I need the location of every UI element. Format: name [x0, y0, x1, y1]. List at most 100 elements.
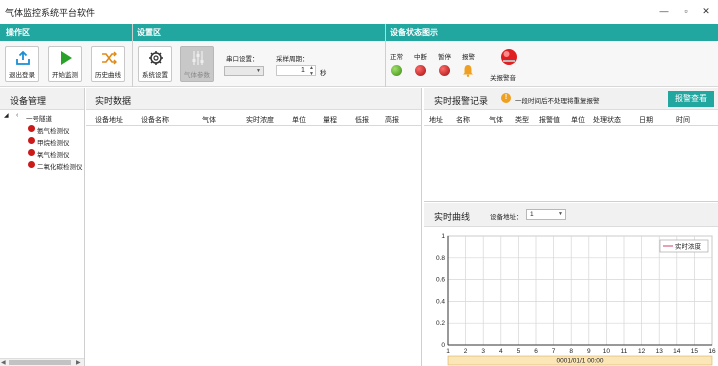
device-status-dot [28, 125, 35, 132]
device-status-dot [28, 161, 35, 168]
realtime-table-header: 设备地址 设备名称 气体 实时浓度 单位 量程 低报 高报 [86, 111, 421, 126]
column-header[interactable]: 实时浓度 [246, 115, 274, 125]
minimize-button[interactable]: — [656, 4, 672, 18]
gear-icon [149, 51, 163, 65]
tree-root-tunnel[interactable]: 一号隧道 [26, 113, 52, 123]
column-header[interactable]: 地址 [429, 115, 443, 125]
x-tick-label: 10 [603, 348, 611, 355]
x-tick-label: 2 [464, 348, 468, 355]
history-curve-button[interactable]: 历史曲线 [91, 46, 125, 82]
device-panel-header: 设备管理 [0, 88, 84, 110]
scroll-right-icon[interactable]: ▶ [76, 359, 81, 366]
status-normal-label: 正常 [390, 54, 403, 61]
column-header[interactable]: 时间 [676, 115, 690, 125]
status-interrupt-label: 中断 [414, 54, 427, 61]
curve-panel-title: 实时曲线 [434, 212, 471, 222]
sliders-icon [192, 51, 204, 65]
curve-addr-select[interactable]: 1 ▼ [526, 209, 566, 220]
stepper-down-icon[interactable]: ▼ [309, 71, 314, 77]
chevron-left-icon: ‹ [16, 112, 19, 119]
start-monitor-label: 开始监测 [52, 72, 78, 79]
chevron-down-icon: ▼ [558, 211, 563, 217]
column-header[interactable]: 设备地址 [95, 115, 123, 125]
column-header[interactable]: 设备名称 [141, 115, 169, 125]
alarm-note: 一段时间后不处理将重复报警 [515, 98, 600, 105]
gas-params-button[interactable]: 气体参数 [180, 46, 214, 82]
legend-label: 实时浓度 [675, 242, 702, 251]
collapse-icon[interactable]: ◢ [4, 112, 9, 119]
curve-panel: 实时曲线 设备地址： 1 ▼ 0 0.2 0.4 0.6 0.8 1 1 2 3 4 5 6 7 8 9 10… [424, 203, 718, 366]
tree-item-co2[interactable]: 二氧化碳检测仪 [37, 161, 83, 171]
status-pause-label: 暂停 [438, 54, 451, 61]
toolbar-divider [132, 24, 133, 87]
column-header[interactable]: 类型 [515, 115, 529, 125]
alarm-view-button[interactable]: 报警查看 [668, 91, 714, 107]
device-panel: 设备管理 ◢ ‹ 一号隧道 氨气检测仪 甲烷检测仪 氧气检测仪 二氧化碳检测仪 … [0, 88, 85, 366]
tree-item-oxygen[interactable]: 氧气检测仪 [37, 149, 70, 159]
x-tick-label: 5 [517, 348, 521, 355]
info-icon: ! [501, 93, 511, 103]
system-settings-button[interactable]: 系统设置 [138, 46, 172, 82]
close-alarm-sound-button[interactable]: 关报警音 [490, 46, 524, 84]
x-tick-label: 3 [481, 348, 485, 355]
column-header[interactable]: 报警值 [539, 115, 560, 125]
x-tick-label: 8 [569, 348, 573, 355]
column-header[interactable]: 高报 [385, 115, 399, 125]
shuffle-icon [102, 51, 117, 65]
y-tick-label: 1 [441, 233, 445, 240]
period-stepper[interactable]: 1 ▲ ▼ [276, 65, 316, 77]
x-tick-label: 11 [621, 348, 628, 355]
maximize-button[interactable]: ▫ [678, 4, 694, 18]
serial-select[interactable]: ▼ [224, 66, 264, 76]
column-header[interactable]: 单位 [571, 115, 585, 125]
x-tick-label: 12 [638, 348, 646, 355]
realtime-curve-chart: 00.20.40.60.811 2 3 4 5 6 7 8 9 10 11 12 13 14 15 16实时浓… [436, 233, 716, 366]
close-button[interactable]: ✕ [698, 4, 714, 18]
column-header[interactable]: 处理状态 [593, 115, 621, 125]
status-pause-icon [439, 65, 450, 76]
x-tick-label: 9 [587, 348, 591, 355]
realtime-panel-title: 实时数据 [95, 96, 132, 106]
horizontal-scrollbar[interactable]: ◀ ▶ [0, 358, 84, 366]
alarm-log-panel: 实时报警记录 ! 一段时间后不处理将重复报警 报警查看 地址 名称 气体 类型 … [424, 88, 718, 202]
toolbar-divider [385, 24, 386, 87]
logout-button[interactable]: 退出登录 [5, 46, 39, 82]
x-tick-label: 16 [708, 348, 716, 355]
start-monitor-button[interactable]: 开始监测 [48, 46, 82, 82]
column-header[interactable]: 量程 [323, 115, 337, 125]
y-tick-label: 0.6 [436, 277, 445, 284]
scrollbar-thumb[interactable] [9, 360, 71, 365]
period-value: 1 [301, 67, 305, 74]
device-panel-title: 设备管理 [10, 96, 47, 106]
system-settings-label: 系统设置 [142, 72, 168, 79]
curve-panel-header: 实时曲线 设备地址： 1 ▼ [424, 203, 718, 227]
y-tick-label: 0 [441, 342, 445, 349]
tree-item-methane[interactable]: 甲烷检测仪 [37, 137, 70, 147]
settings-section-label: 设置区 [137, 28, 161, 37]
column-header[interactable]: 日期 [639, 115, 653, 125]
title-bar: 气体监控系统平台软件 — ▫ ✕ [0, 0, 718, 24]
alarm-table-header: 地址 名称 气体 类型 报警值 单位 处理状态 日期 时间 [424, 111, 718, 126]
y-tick-label: 0.2 [436, 320, 445, 327]
plot-area [447, 235, 713, 346]
status-section-label: 设备状态图示 [390, 28, 438, 37]
gas-params-label: 气体参数 [184, 72, 210, 79]
column-header[interactable]: 名称 [456, 115, 470, 125]
x-tick-label: 7 [552, 348, 556, 355]
toolbar: 退出登录 开始监测 历史曲线 系统设置 气体参数 串口设置： ▼ 采样周期： 1… [0, 41, 718, 87]
status-normal-icon [391, 65, 402, 76]
x-tick-label: 4 [499, 348, 503, 355]
curve-addr-value: 1 [530, 211, 534, 218]
logout-label: 退出登录 [9, 72, 35, 79]
tree-item-ammonia[interactable]: 氨气检测仪 [37, 125, 70, 135]
y-tick-label: 0.8 [436, 255, 445, 262]
column-header[interactable]: 气体 [202, 115, 216, 125]
column-header[interactable]: 气体 [489, 115, 503, 125]
scroll-left-icon[interactable]: ◀ [1, 359, 6, 366]
ops-section-label: 操作区 [6, 28, 30, 37]
x-tick-label: 1 [446, 348, 450, 355]
column-header[interactable]: 低报 [355, 115, 369, 125]
bell-icon [463, 65, 473, 77]
period-unit: 秒 [320, 70, 327, 77]
column-header[interactable]: 单位 [292, 115, 306, 125]
